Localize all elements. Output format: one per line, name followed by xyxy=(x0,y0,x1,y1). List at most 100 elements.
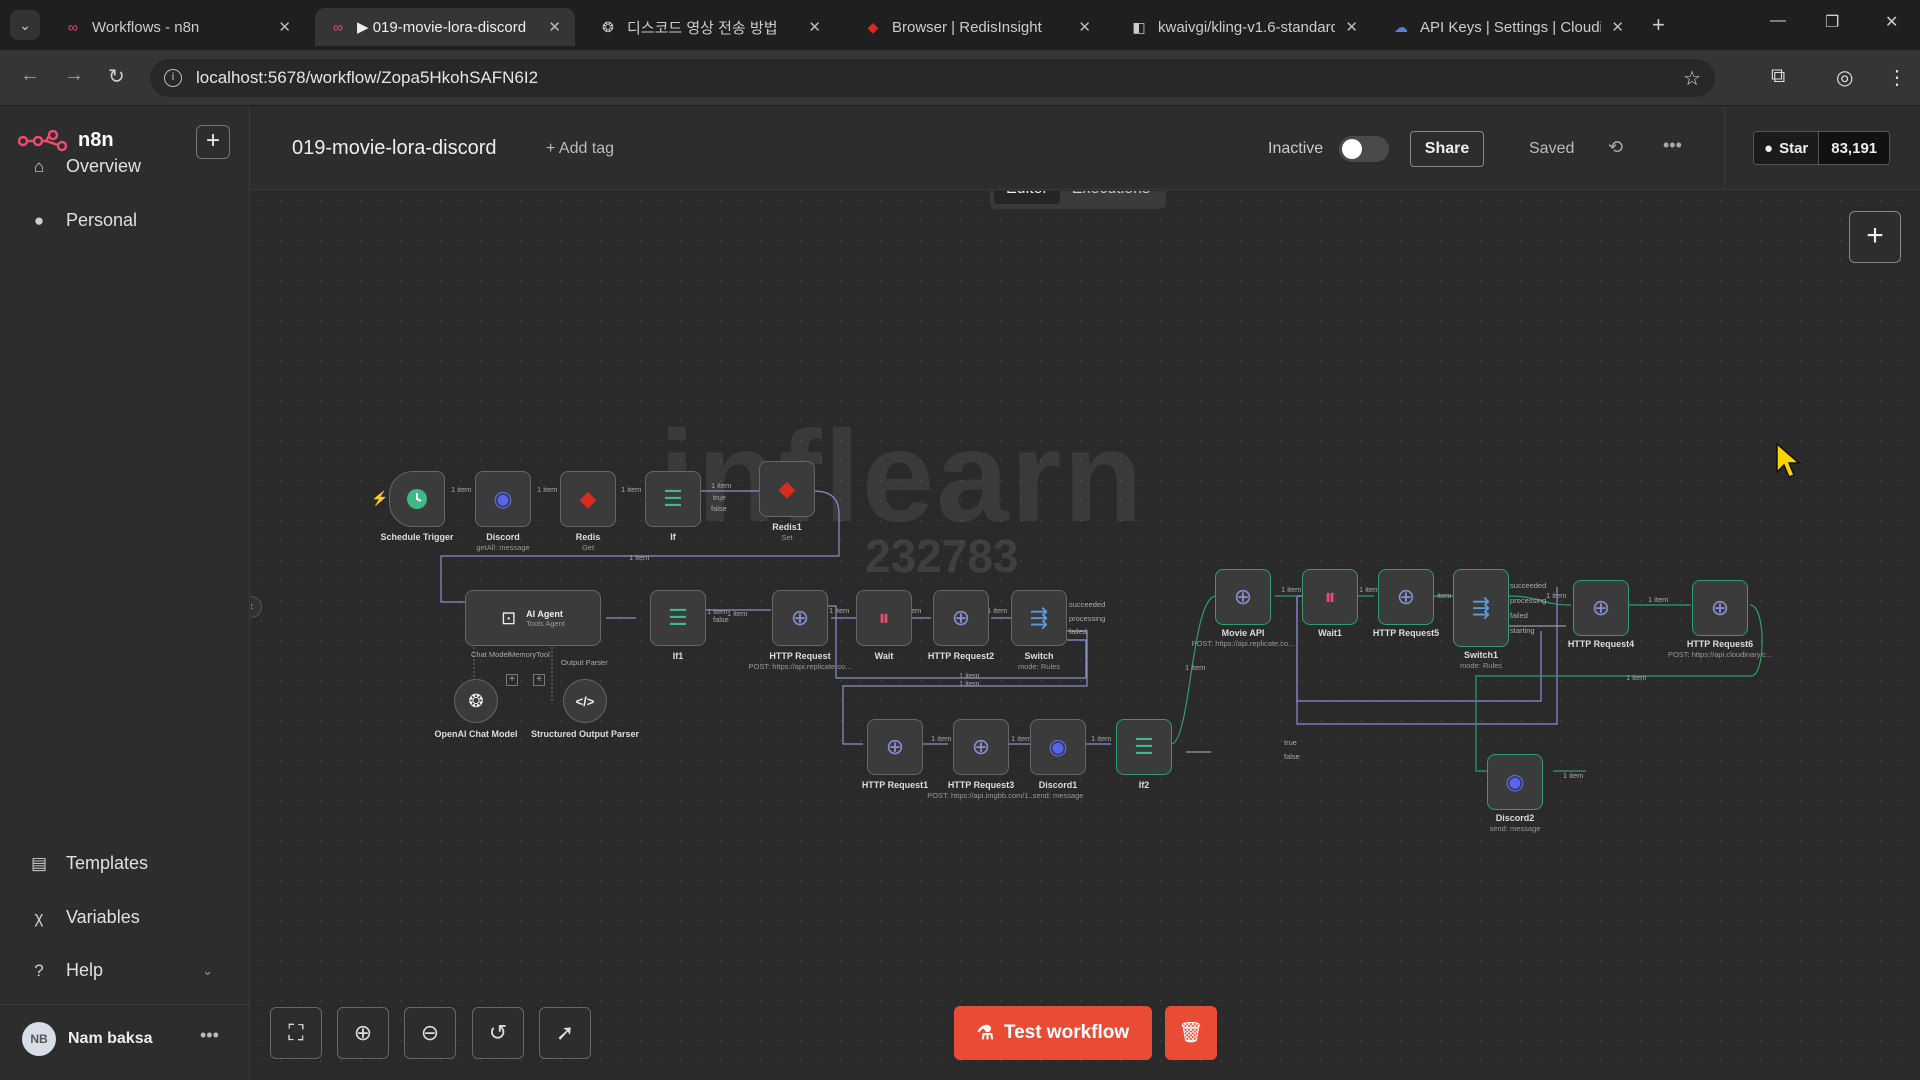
close-icon[interactable]: ✕ xyxy=(1345,18,1358,36)
edge-label: 1 item xyxy=(537,485,558,494)
forward-icon[interactable]: → xyxy=(64,64,84,87)
sidebar-item-personal[interactable]: ● Personal xyxy=(28,210,137,231)
sidebar-item-templates[interactable]: ▤ Templates xyxy=(28,853,148,874)
node-http-request5[interactable]: ⊕ xyxy=(1378,569,1434,625)
delete-execution-button[interactable]: 🗑 xyxy=(1165,1006,1217,1060)
node-http-request4[interactable]: ⊕ xyxy=(1573,580,1629,636)
node-if1[interactable]: ☰ xyxy=(650,590,706,646)
node-if[interactable]: ☰ xyxy=(645,471,701,527)
tab-search-button[interactable]: ⌄ xyxy=(10,10,40,40)
browser-tab-redisinsight[interactable]: ◆ Browser | RedisInsight ✕ xyxy=(850,8,1105,46)
browser-tab-workflows[interactable]: ∞ Workflows - n8n ✕ xyxy=(50,8,305,46)
node-label: HTTP Request6 xyxy=(1686,639,1754,649)
saved-status: Saved xyxy=(1529,140,1575,157)
node-schedule-trigger[interactable] xyxy=(389,471,445,527)
reset-zoom-button[interactable]: ↺ xyxy=(472,1007,524,1059)
site-info-icon[interactable]: i xyxy=(164,69,182,87)
user-menu[interactable]: NB Nam baksa xyxy=(22,1022,153,1056)
node-discord2[interactable]: ◉ xyxy=(1487,754,1543,810)
node-http-request6[interactable]: ⊕ xyxy=(1692,580,1748,636)
history-icon[interactable]: ⟲ xyxy=(1608,137,1623,158)
tab-title: Browser | RedisInsight xyxy=(892,18,1042,36)
n8n-logo[interactable]: n8n xyxy=(18,129,114,152)
new-tab-button[interactable]: + xyxy=(1652,12,1665,38)
reload-icon[interactable]: ↻ xyxy=(108,64,125,89)
profile-icon[interactable]: ◎ xyxy=(1836,65,1853,90)
node-http-request2[interactable]: ⊕ xyxy=(933,590,989,646)
minimize-icon[interactable]: — xyxy=(1770,12,1786,30)
node-http-request[interactable]: ⊕ xyxy=(772,590,828,646)
zoom-out-button[interactable]: ⊖ xyxy=(404,1007,456,1059)
node-wait[interactable]: ⏸ xyxy=(856,590,912,646)
node-ai-agent[interactable]: ⊡ AI Agent Tools Agent xyxy=(465,590,601,646)
user-more-icon[interactable]: ••• xyxy=(200,1025,219,1046)
close-icon[interactable]: ✕ xyxy=(1078,18,1091,36)
close-icon[interactable]: ✕ xyxy=(278,18,291,36)
close-icon[interactable]: ✕ xyxy=(808,18,821,36)
node-switch[interactable]: ⇶ xyxy=(1011,590,1067,646)
url-input[interactable]: i localhost:5678/workflow/Zopa5HkohSAFN6… xyxy=(150,59,1715,97)
github-star-button[interactable]: ● Star 83,191 xyxy=(1753,131,1891,165)
more-icon[interactable]: ••• xyxy=(1663,135,1682,156)
github-star-label: Star xyxy=(1779,139,1809,157)
sidebar-item-overview[interactable]: ⌂ Overview xyxy=(28,156,141,177)
edge-label: 1 item xyxy=(711,481,732,490)
node-redis[interactable]: ◆ xyxy=(560,471,616,527)
add-memory-icon[interactable]: + xyxy=(506,674,518,686)
browser-tab-replicate[interactable]: ◧ kwaivgi/kling-v1.6-standard ✕ xyxy=(1116,8,1372,46)
edge-label: 1 item xyxy=(959,679,980,688)
node-discord1[interactable]: ◉ xyxy=(1030,719,1086,775)
github-icon: ● xyxy=(1764,139,1774,157)
node-if2[interactable]: ☰ xyxy=(1116,719,1172,775)
node-subtitle: send: message xyxy=(1489,824,1541,833)
node-label: AI Agent xyxy=(526,608,563,619)
node-structured-output-parser[interactable]: </> xyxy=(563,679,607,723)
edge-label: 1 item xyxy=(621,485,642,494)
tidy-up-button[interactable]: ➚ xyxy=(539,1007,591,1059)
node-openai-chat-model[interactable]: ❂ xyxy=(454,679,498,723)
back-icon[interactable]: ← xyxy=(20,64,40,87)
workflow-canvas[interactable]: Editor Executions + ‹ inflearn 232783 xyxy=(251,191,1920,1080)
restore-icon[interactable]: ❐ xyxy=(1825,12,1839,32)
browser-tab-discord-guide[interactable]: ❂ 디스코드 영상 전송 방법 ✕ xyxy=(585,8,835,46)
workflow-name[interactable]: 019-movie-lora-discord xyxy=(292,137,497,160)
add-tag-button[interactable]: + Add tag xyxy=(546,140,614,158)
globe-icon: ⊕ xyxy=(1710,595,1730,620)
active-toggle[interactable] xyxy=(1339,136,1389,162)
robot-icon: ⊡ xyxy=(501,607,517,628)
add-tool-icon[interactable]: + xyxy=(533,674,545,686)
share-button[interactable]: Share xyxy=(1410,131,1484,167)
edge-label: 1 item xyxy=(1563,771,1584,780)
node-label: Redis1 xyxy=(772,522,802,532)
globe-icon: ⊕ xyxy=(971,734,991,759)
sidebar-item-help[interactable]: ? Help ⌄ xyxy=(28,960,213,981)
node-redis1[interactable]: ◆ xyxy=(759,461,815,517)
trigger-bolt-icon: ⚡ xyxy=(371,490,389,506)
close-icon[interactable]: ✕ xyxy=(1611,18,1624,36)
sidebar-item-variables[interactable]: χ Variables xyxy=(28,907,140,928)
node-movie-api[interactable]: ⊕ xyxy=(1215,569,1271,625)
node-discord[interactable]: ◉ xyxy=(475,471,531,527)
edge-label-true: true xyxy=(713,493,726,502)
browser-tab-cloudinary[interactable]: ☁ API Keys | Settings | Cloudinary ✕ xyxy=(1378,8,1638,46)
zoom-in-button[interactable]: ⊕ xyxy=(337,1007,389,1059)
extensions-icon[interactable]: ⧉ xyxy=(1771,65,1785,88)
reset-icon: ↺ xyxy=(488,1020,508,1045)
sidebar-divider xyxy=(0,1004,250,1005)
browser-tab-workflow-editor[interactable]: ∞ ▶ 019-movie-lora-discord ✕ xyxy=(315,8,575,46)
n8n-icon: ∞ xyxy=(68,19,78,35)
node-http-request1[interactable]: ⊕ xyxy=(867,719,923,775)
node-switch1[interactable]: ⇶ xyxy=(1453,569,1509,647)
fit-view-button[interactable]: ⛶ xyxy=(270,1007,322,1059)
browser-menu-icon[interactable]: ⋮ xyxy=(1887,65,1907,90)
window-close-icon[interactable]: ✕ xyxy=(1885,12,1898,32)
edge-label-starting: starting xyxy=(1510,626,1535,635)
globe-icon: ⊕ xyxy=(790,605,810,630)
bookmark-star-icon[interactable]: ☆ xyxy=(1683,66,1701,91)
close-icon[interactable]: ✕ xyxy=(548,18,561,36)
node-subtitle: mode: Rules xyxy=(1459,661,1503,670)
node-http-request3[interactable]: ⊕ xyxy=(953,719,1009,775)
node-wait1[interactable]: ⏸ xyxy=(1302,569,1358,625)
test-workflow-button[interactable]: ⚗ Test workflow xyxy=(954,1006,1152,1060)
create-button[interactable]: + xyxy=(196,125,230,159)
